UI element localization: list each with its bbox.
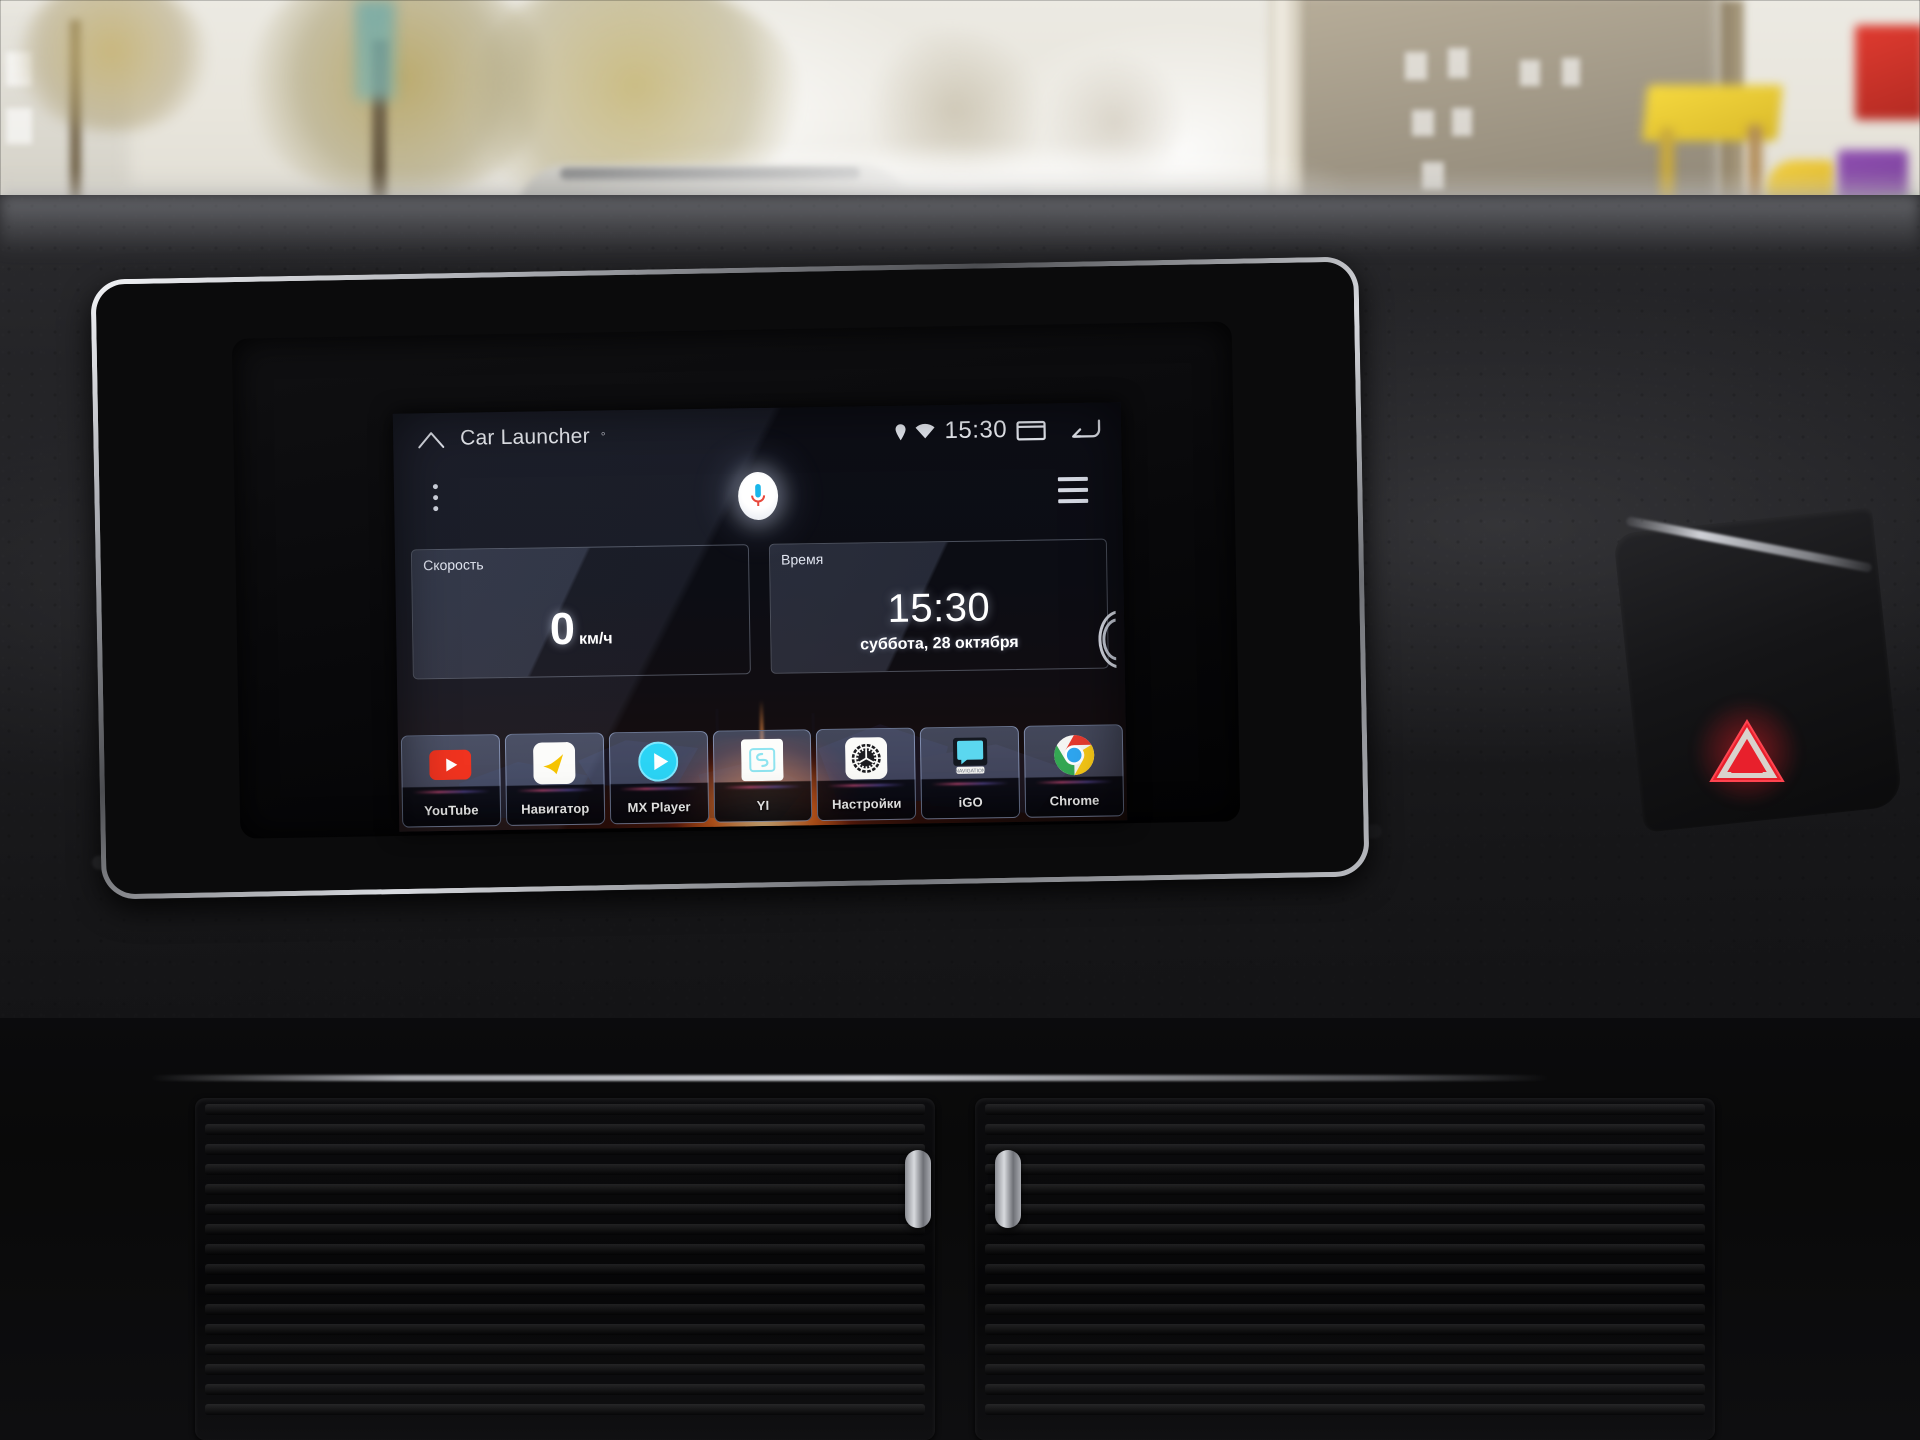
igo-navigation-icon: NAVIGATION — [952, 737, 988, 775]
app-dock: YouTube Навигатор MX Player YI Настройки… — [398, 724, 1127, 831]
app-tile-settings[interactable]: Настройки — [816, 727, 917, 822]
dot — [433, 495, 439, 501]
head-unit-screen[interactable]: Car Launcher ° 15:30 Скорость 0 км/ч Вре… — [392, 402, 1128, 832]
tile-separator — [723, 785, 802, 789]
bar — [1058, 498, 1089, 504]
chrome-icon — [1053, 735, 1094, 776]
dot — [433, 506, 439, 512]
vent-knob-right[interactable] — [995, 1150, 1021, 1228]
app-title: Car Launcher — [459, 424, 590, 450]
app-icon-wrap — [713, 736, 811, 784]
widget-row: Скорость 0 км/ч Время 15:30 суббота, 28 о… — [410, 538, 1109, 680]
location-pin-icon — [895, 423, 906, 440]
package-indicator: ° — [600, 429, 606, 444]
clock-widget-readout: 15:30 суббота, 28 октября — [771, 584, 1108, 656]
app-tile-yi[interactable]: YI — [712, 729, 813, 823]
bar — [1057, 476, 1088, 482]
app-tile-chrome[interactable]: Chrome — [1023, 724, 1125, 818]
tile-separator — [1035, 780, 1113, 784]
app-drawer-button[interactable] — [1057, 476, 1089, 510]
app-label: YouTube — [424, 802, 479, 819]
speed-widget-label: Скорость — [423, 556, 484, 574]
dot — [432, 484, 438, 490]
launcher-toolbar — [394, 454, 1123, 541]
dashboard-top-highlight — [0, 195, 1920, 255]
air-vent-right[interactable] — [975, 1098, 1715, 1440]
window-glint — [1562, 58, 1580, 86]
back-icon[interactable] — [1067, 417, 1101, 442]
microphone-icon — [751, 484, 766, 507]
warning-triangle-icon — [1709, 719, 1785, 782]
app-tile-igo[interactable]: NAVIGATION iGO — [920, 725, 1021, 820]
settings-gear-icon — [844, 737, 888, 780]
hazard-lights-button[interactable] — [1688, 700, 1806, 804]
yandex-navigator-icon — [533, 742, 576, 785]
window-glint — [1452, 108, 1472, 136]
app-label: YI — [756, 797, 770, 814]
window-glint — [1405, 52, 1427, 80]
app-tile-youtube[interactable]: YouTube — [400, 734, 502, 828]
vent-knob-left[interactable] — [905, 1150, 931, 1228]
app-tile-navigator[interactable]: Навигатор — [504, 732, 605, 827]
window-glint — [6, 108, 32, 144]
window-glint — [1412, 110, 1434, 136]
speed-value: 0 — [549, 602, 575, 655]
app-icon-wrap — [1025, 731, 1123, 779]
app-label: Chrome — [1049, 792, 1100, 809]
app-label: MX Player — [627, 799, 691, 816]
app-label: Настройки — [831, 795, 902, 812]
app-icon-wrap — [610, 738, 708, 786]
clock-value: 15:30 — [887, 585, 991, 631]
lower-chrome-trim — [150, 1075, 1550, 1081]
app-icon-wrap: NAVIGATION — [921, 733, 1019, 781]
app-icon-wrap — [402, 741, 500, 789]
wifi-icon — [915, 423, 935, 439]
app-label: Навигатор — [521, 800, 590, 817]
speed-widget-readout: 0 км/ч — [413, 600, 750, 657]
app-label: iGO — [958, 794, 983, 810]
status-clock: 15:30 — [944, 416, 1008, 445]
status-bar-right: 15:30 — [895, 415, 1101, 446]
air-vent-left[interactable] — [195, 1098, 935, 1440]
overflow-menu-button[interactable] — [432, 484, 441, 517]
tile-separator — [412, 790, 490, 794]
playground-canopy-red — [1855, 25, 1920, 120]
tile-separator — [827, 783, 906, 787]
speed-unit: км/ч — [578, 630, 613, 648]
clock-widget-label: Время — [780, 551, 824, 568]
recents-icon[interactable] — [1016, 417, 1046, 441]
app-icon-wrap — [817, 735, 915, 783]
vent-fins — [205, 1104, 925, 1434]
speed-widget[interactable]: Скорость 0 км/ч — [410, 544, 751, 680]
svg-text:NAVIGATION: NAVIGATION — [955, 768, 986, 774]
clock-widget[interactable]: Время 15:30 суббота, 28 октября — [768, 538, 1109, 674]
tile-separator — [516, 788, 594, 792]
tile-separator — [931, 782, 1010, 786]
home-icon[interactable] — [417, 429, 445, 449]
tree-foliage — [20, 0, 210, 132]
vent-fins — [985, 1104, 1705, 1434]
window-glint — [1448, 48, 1468, 78]
tile-separator — [620, 787, 698, 791]
yi-camera-icon — [740, 738, 784, 782]
app-icon-wrap — [506, 739, 604, 787]
bar — [1058, 487, 1089, 493]
mx-player-icon — [638, 741, 679, 782]
app-tile-mxplayer[interactable]: MX Player — [608, 730, 709, 825]
window-glint — [1520, 60, 1540, 86]
building-left-teal — [355, 0, 395, 100]
voice-assistant-button[interactable] — [737, 471, 779, 521]
youtube-icon — [429, 749, 472, 781]
